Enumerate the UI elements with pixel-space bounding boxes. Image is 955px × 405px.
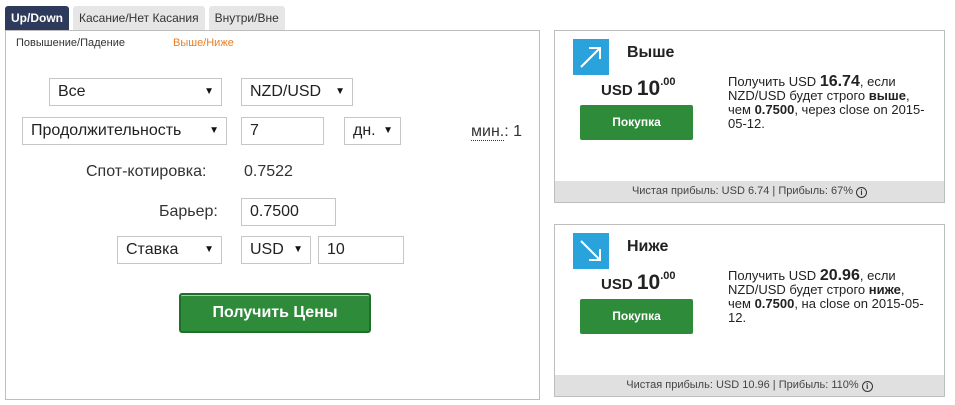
tab-touch-no-touch[interactable]: Касание/Нет Касания [73,6,205,30]
tab-up-down[interactable]: Up/Down [5,6,69,30]
info-icon[interactable]: i [861,381,873,392]
spot-label: Спот-котировка: [86,163,207,180]
amount-input[interactable]: 10 [318,236,404,264]
tab-in-out[interactable]: Внутри/Вне [208,6,285,30]
chevron-down-icon: ▼ [335,86,345,97]
card-title: Выше [627,44,675,61]
amount-type-select[interactable]: Ставка ▼ [117,236,222,264]
duration-type-select[interactable]: Продолжительность ▼ [22,117,227,145]
spot-value: 0.7522 [244,163,293,180]
symbol-select[interactable]: NZD/USD ▼ [241,78,353,106]
arrow-up-right-icon [573,39,609,75]
currency-select[interactable]: USD ▼ [241,236,311,264]
arrow-down-right-icon [573,233,609,269]
barrier-input[interactable]: 0.7500 [241,198,336,226]
card-profit-text: Чистая прибыль: USD 10.96 | Прибыль: 110… [626,379,859,391]
barrier-label: Барьер: [159,203,218,220]
card-footer: Чистая прибыль: USD 6.74 | Прибыль: 67% … [555,181,944,202]
card-description: Получить USD 16.74, если NZD/USD будет с… [728,73,925,131]
chevron-down-icon: ▼ [204,86,214,97]
contract-card-lower: Ниже USD 10.00 Покупка Получить USD 20.9… [554,224,945,397]
chevron-down-icon: ▼ [293,244,303,255]
duration-unit-select[interactable]: дн. ▼ [344,117,401,145]
card-title: Ниже [627,238,669,255]
info-icon[interactable]: i [856,187,868,198]
min-duration: мин.: 1 [471,123,522,141]
contract-tabs: Up/Down Касание/Нет Касания Внутри/Вне [5,6,285,30]
trade-form-panel: Повышение/Падение Выше/Ниже Все ▼ NZD/USD… [5,30,540,400]
min-duration-label: мин. [471,123,505,141]
get-prices-button[interactable]: Получить Цены [179,293,371,333]
subtab-higher-lower[interactable]: Выше/Ниже [173,37,234,49]
buy-button[interactable]: Покупка [580,105,693,140]
card-price: USD 10.00 [601,76,676,100]
chevron-down-icon: ▼ [383,125,393,136]
market-select[interactable]: Все ▼ [49,78,222,106]
chevron-down-icon: ▼ [209,125,219,136]
subtab-rise-fall[interactable]: Повышение/Падение [16,37,125,49]
duration-input[interactable]: 7 [241,117,324,145]
buy-button[interactable]: Покупка [580,299,693,334]
chevron-down-icon: ▼ [204,244,214,255]
min-duration-value: : 1 [504,123,523,140]
card-footer: Чистая прибыль: USD 10.96 | Прибыль: 110… [555,375,944,396]
card-description: Получить USD 20.96, если NZD/USD будет с… [728,267,924,325]
contract-card-higher: Выше USD 10.00 Покупка Получить USD 16.7… [554,30,945,203]
card-price: USD 10.00 [601,270,676,294]
card-profit-text: Чистая прибыль: USD 6.74 | Прибыль: 67% [631,185,853,197]
